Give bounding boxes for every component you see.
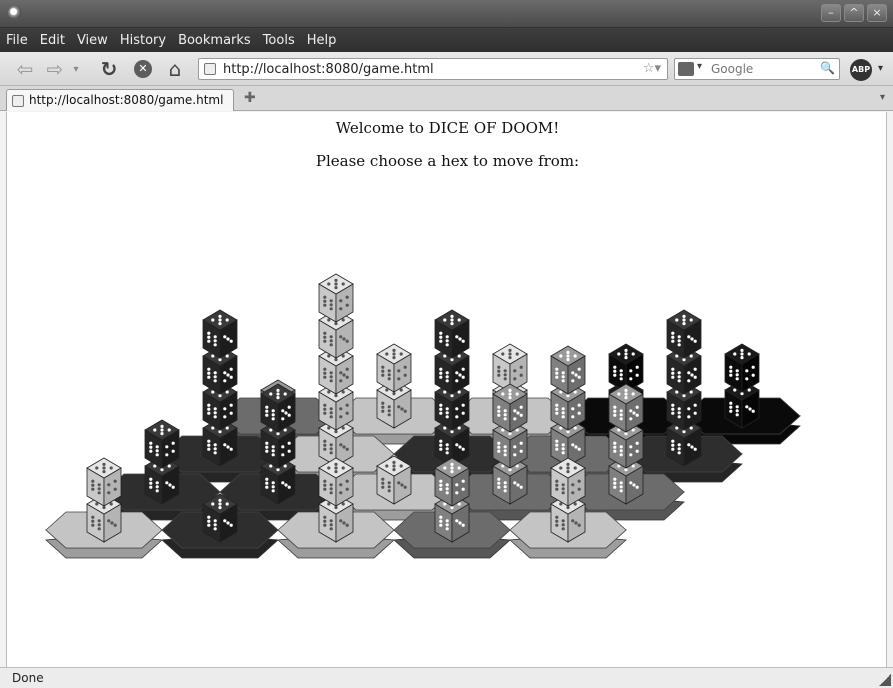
menu-bookmarks[interactable]: Bookmarks (178, 33, 251, 48)
dice-stack[interactable] (376, 343, 412, 429)
chevron-down-icon: ▾ (73, 63, 79, 75)
reload-button[interactable]: ↻ (98, 57, 120, 81)
menu-history[interactable]: History (120, 33, 166, 48)
dice-stack[interactable] (724, 343, 760, 429)
back-arrow-icon: ⇦ (16, 57, 34, 81)
dice-stack[interactable] (260, 383, 296, 505)
dice-stack[interactable] (608, 383, 644, 505)
die (550, 345, 586, 395)
page-icon (12, 95, 24, 107)
window-controls: – ^ × (821, 4, 887, 22)
bookmark-star-icon[interactable]: ☆▾ (643, 61, 661, 76)
forward-button[interactable]: ⇨ (44, 57, 66, 81)
tab-label: http://localhost:8080/game.html (29, 93, 224, 107)
maximize-button[interactable]: ^ (844, 4, 864, 22)
status-bar: Done (0, 667, 893, 688)
window-titlebar[interactable]: – ^ × (0, 0, 893, 28)
adblock-button[interactable]: ABP (850, 59, 872, 81)
die (434, 309, 470, 359)
site-identity-icon[interactable] (204, 63, 216, 75)
status-text: Done (12, 671, 44, 685)
search-engine-icon[interactable] (678, 62, 694, 76)
adblock-dropdown-icon[interactable]: ▾ (878, 63, 883, 74)
die (144, 419, 180, 469)
search-engine-dropdown-icon[interactable]: ▾ (697, 61, 702, 72)
die (202, 309, 238, 359)
tab-bar: http://localhost:8080/game.html ✚ ▾ (0, 86, 893, 111)
stop-button[interactable]: ✕ (132, 58, 154, 80)
back-button[interactable]: ⇦ (14, 57, 36, 81)
dice-stack[interactable] (492, 383, 528, 505)
menu-file[interactable]: File (6, 33, 28, 48)
page-content: Welcome to DICE OF DOOM! Please choose a… (6, 112, 887, 667)
url-bar[interactable]: http://localhost:8080/game.html ☆▾ (198, 58, 668, 80)
die (434, 457, 470, 507)
search-box[interactable]: ▾ 🔍 (674, 58, 840, 80)
dice-stack[interactable] (202, 309, 238, 467)
die (550, 457, 586, 507)
search-input[interactable] (711, 61, 811, 77)
list-all-tabs-button[interactable]: ▾ (880, 92, 885, 103)
die (376, 455, 412, 505)
minimize-button[interactable]: – (821, 4, 841, 22)
reload-icon: ↻ (100, 57, 118, 81)
close-button[interactable]: × (867, 4, 887, 22)
resize-grip[interactable] (879, 674, 891, 686)
history-dropdown-button[interactable]: ▾ (70, 58, 82, 80)
menu-tools[interactable]: Tools (263, 33, 295, 48)
app-icon (8, 6, 22, 20)
home-button[interactable]: ⌂ (164, 57, 186, 81)
die (608, 383, 644, 433)
dice-stack[interactable] (318, 273, 354, 467)
search-icon[interactable]: 🔍 (820, 61, 835, 75)
dice-stack[interactable] (666, 309, 702, 467)
dice-stack[interactable] (376, 455, 412, 505)
die (202, 493, 238, 543)
new-tab-button[interactable]: ✚ (244, 90, 256, 106)
die (666, 309, 702, 359)
dice-stack[interactable] (550, 345, 586, 467)
home-icon: ⌂ (168, 57, 182, 81)
die (318, 273, 354, 323)
tab-game[interactable]: http://localhost:8080/game.html (6, 89, 234, 111)
game-board[interactable] (7, 112, 888, 667)
menu-edit[interactable]: Edit (40, 33, 65, 48)
die (318, 457, 354, 507)
die (376, 343, 412, 393)
die (492, 383, 528, 433)
forward-arrow-icon: ⇨ (46, 57, 64, 81)
menu-help[interactable]: Help (307, 33, 337, 48)
menu-view[interactable]: View (77, 33, 108, 48)
die (724, 343, 760, 393)
die (260, 383, 296, 433)
stop-icon: ✕ (134, 60, 152, 78)
navigation-toolbar: ⇦ ⇨ ▾ ↻ ✕ ⌂ http://localhost:8080/game.h… (0, 52, 893, 86)
die (86, 457, 122, 507)
url-text[interactable]: http://localhost:8080/game.html (223, 62, 434, 77)
dice-stack[interactable] (202, 493, 238, 543)
menu-bar: File Edit View History Bookmarks Tools H… (0, 28, 893, 52)
dice-stack[interactable] (434, 309, 470, 467)
